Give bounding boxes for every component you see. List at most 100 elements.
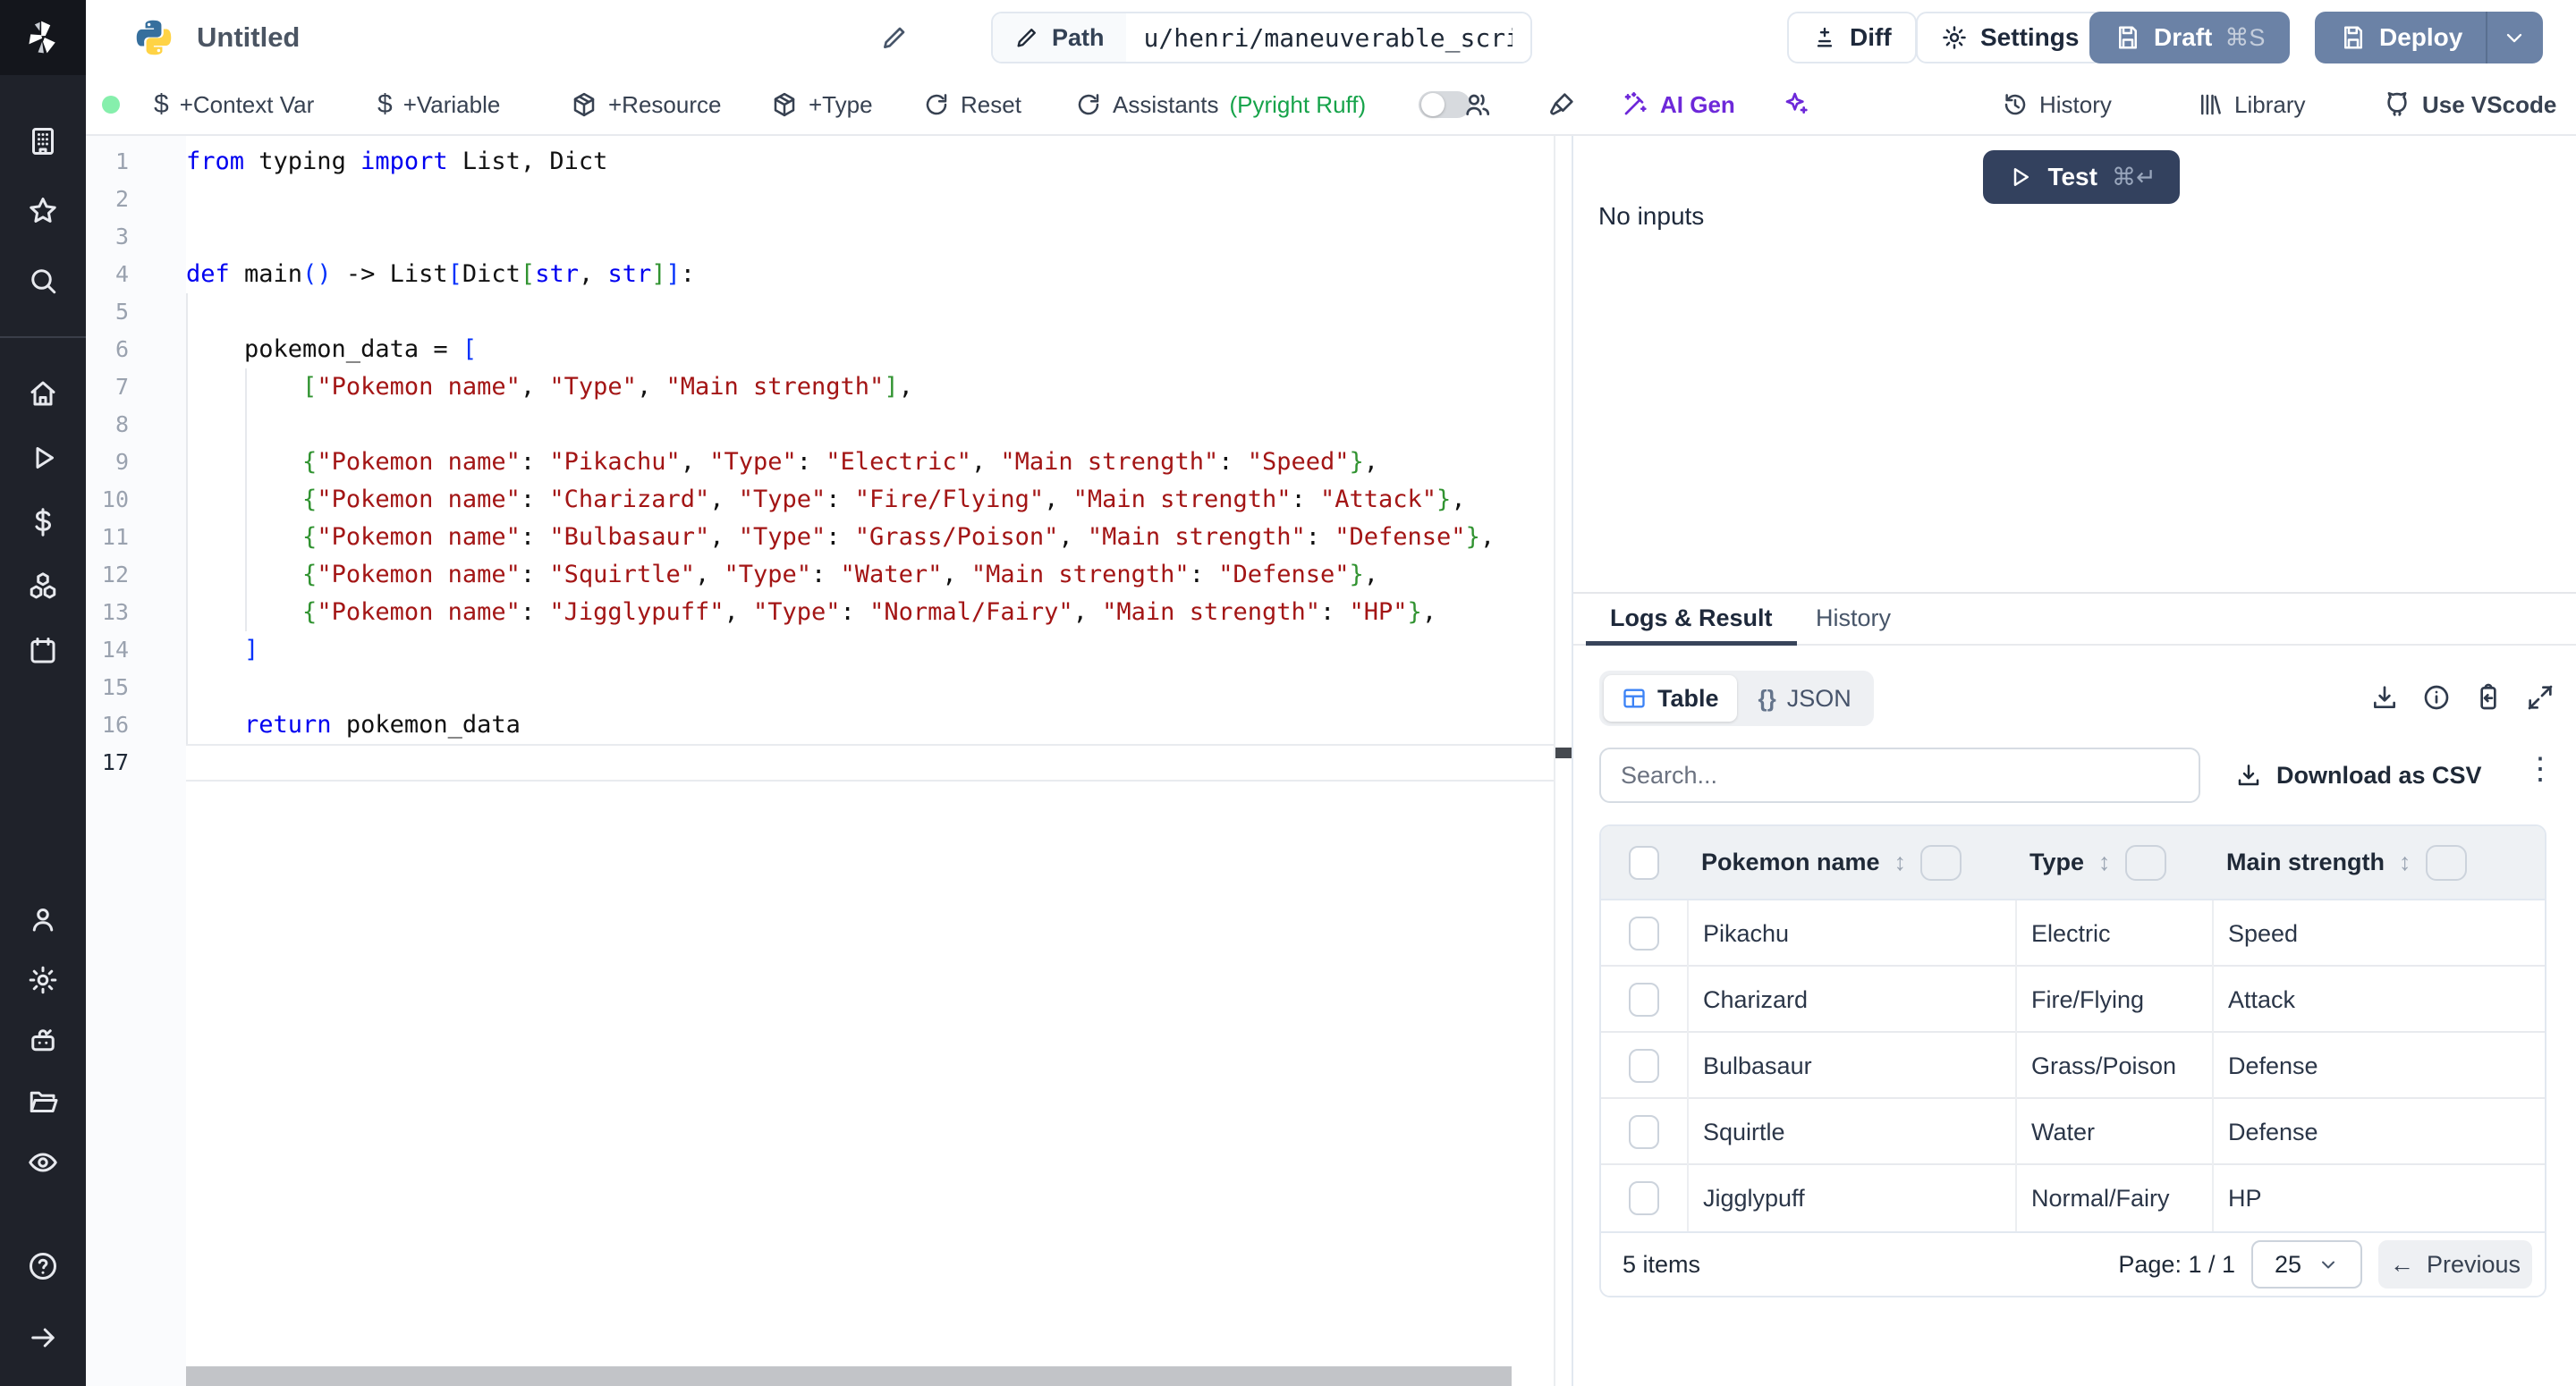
code-line[interactable]: {"Pokemon name": "Jigglypuff", "Type": "… (186, 594, 1550, 631)
horizontal-scrollbar[interactable] (186, 1366, 1512, 1386)
add-resource-button[interactable]: +Resource (571, 75, 721, 134)
column-header[interactable]: Type ↕ (2015, 845, 2212, 881)
sort-icon[interactable]: ↕ (1894, 849, 1907, 876)
table-menu-kebab-icon[interactable]: ⋮ (2525, 751, 2555, 787)
table-cell: Jigglypuff (1687, 1165, 2015, 1231)
runs-play-icon[interactable] (27, 442, 59, 474)
copy-to-clipboard-icon[interactable] (2474, 683, 2503, 712)
select-all-checkbox[interactable] (1629, 846, 1659, 880)
draft-button[interactable]: Draft ⌘S (2089, 12, 2290, 63)
multiplayer-users-icon[interactable] (1463, 75, 1492, 134)
table-row[interactable]: JigglypuffNormal/FairyHP (1601, 1165, 2545, 1231)
code-line[interactable]: pokemon_data = [ (186, 331, 1550, 368)
table-cell: Water (2015, 1099, 2212, 1165)
resources-cubes-icon[interactable] (27, 570, 59, 603)
row-checkbox[interactable] (1629, 983, 1659, 1017)
column-filter-pill[interactable] (1920, 845, 1962, 881)
run-result-panel: Test ⌘↵ No inputs Logs & Result History … (1572, 136, 2576, 1386)
workers-robot-icon[interactable] (27, 1025, 59, 1057)
download-result-icon[interactable] (2370, 683, 2399, 712)
code-line[interactable]: {"Pokemon name": "Charizard", "Type": "F… (186, 481, 1550, 519)
view-json-segment[interactable]: {} JSON (1741, 675, 1869, 722)
code-content[interactable]: from typing import List, Dict def main() … (186, 143, 1550, 782)
assistants-button[interactable]: Assistants (Pyright Ruff) (1075, 75, 1366, 134)
format-brush-icon[interactable] (1547, 75, 1576, 134)
no-inputs-text: No inputs (1598, 202, 1704, 231)
add-type-button[interactable]: +Type (771, 75, 873, 134)
sparkles-icon[interactable] (1782, 75, 1810, 134)
code-line[interactable]: {"Pokemon name": "Pikachu", "Type": "Ele… (186, 444, 1550, 481)
code-line[interactable] (186, 181, 1550, 218)
favorites-star-icon[interactable] (27, 195, 59, 227)
add-variable-button[interactable]: $ +Variable (377, 75, 500, 134)
expand-result-icon[interactable] (2526, 683, 2555, 712)
test-run-button[interactable]: Test ⌘↵ (1983, 150, 2180, 204)
code-line[interactable] (186, 669, 1550, 706)
table-row[interactable]: CharizardFire/FlyingAttack (1601, 967, 2545, 1033)
code-line[interactable]: {"Pokemon name": "Bulbasaur", "Type": "G… (186, 519, 1550, 556)
row-checkbox[interactable] (1629, 917, 1659, 951)
code-line[interactable]: return pokemon_data (186, 706, 1550, 744)
reset-button[interactable]: Reset (923, 75, 1021, 134)
sort-icon[interactable]: ↕ (2399, 849, 2411, 876)
settings-gear-icon[interactable] (27, 964, 59, 996)
diff-button[interactable]: Diff (1787, 12, 1917, 63)
download-csv-button[interactable]: Download as CSV (2235, 748, 2482, 803)
settings-button[interactable]: Settings (1916, 12, 2104, 63)
code-line[interactable]: def main() -> List[Dict[str, str]]: (186, 256, 1550, 293)
view-table-segment[interactable]: Table (1604, 675, 1737, 722)
row-checkbox-cell (1601, 1115, 1687, 1149)
help-icon[interactable] (27, 1250, 59, 1282)
add-context-var-button[interactable]: $ +Context Var (154, 75, 314, 134)
expand-sidebar-arrow-icon[interactable] (27, 1322, 59, 1354)
use-vscode-button[interactable]: Use VScode (2383, 75, 2556, 134)
info-icon[interactable] (2422, 683, 2451, 712)
table-row[interactable]: BulbasaurGrass/PoisonDefense (1601, 1033, 2545, 1099)
table-row[interactable]: SquirtleWaterDefense (1601, 1099, 2545, 1165)
deploy-dropdown-chevron[interactable] (2486, 12, 2541, 63)
edit-summary-pencil-icon[interactable] (880, 23, 909, 52)
library-button[interactable]: Library (2197, 75, 2305, 134)
workspace-icon[interactable] (27, 125, 59, 157)
schedules-calendar-icon[interactable] (27, 635, 59, 667)
sort-icon[interactable]: ↕ (2098, 849, 2111, 876)
row-checkbox[interactable] (1629, 1049, 1659, 1083)
account-user-icon[interactable] (27, 903, 59, 935)
tab-history[interactable]: History (1792, 594, 1915, 646)
tab-logs-result[interactable]: Logs & Result (1586, 594, 1797, 646)
result-search-input[interactable] (1599, 748, 2200, 803)
table-row[interactable]: PikachuElectricSpeed (1601, 900, 2545, 967)
path-input[interactable] (1126, 13, 1530, 62)
deploy-button[interactable]: Deploy (2315, 12, 2543, 63)
code-line[interactable] (186, 293, 1550, 331)
code-line[interactable] (186, 744, 1550, 782)
result-table: Pokemon name↕Type↕Main strength↕ Pikachu… (1599, 824, 2546, 1297)
row-checkbox[interactable] (1629, 1115, 1659, 1149)
column-header[interactable]: Pokemon name↕ (1687, 845, 2015, 881)
code-line[interactable]: ] (186, 631, 1550, 669)
column-filter-pill[interactable] (2125, 845, 2166, 881)
previous-page-button[interactable]: ← Previous (2378, 1240, 2532, 1289)
code-line[interactable] (186, 406, 1550, 444)
audit-logs-eye-icon[interactable] (27, 1146, 59, 1179)
app-logo[interactable] (0, 0, 86, 75)
code-line[interactable]: ["Pokemon name", "Type", "Main strength"… (186, 368, 1550, 406)
history-button[interactable]: History (2002, 75, 2112, 134)
code-line[interactable]: from typing import List, Dict (186, 143, 1550, 181)
page-size-select[interactable]: 25 (2251, 1240, 2362, 1289)
column-filter-pill[interactable] (2426, 845, 2467, 881)
column-header[interactable]: Main strength↕ (2212, 845, 2545, 881)
variables-dollar-icon[interactable] (27, 506, 59, 538)
row-checkbox[interactable] (1629, 1181, 1659, 1215)
path-label-segment[interactable]: Path (993, 13, 1126, 62)
code-editor[interactable]: 1234567891011121314151617 from typing im… (86, 136, 1572, 1386)
search-icon[interactable] (27, 265, 59, 297)
column-header-label: Type (2029, 849, 2084, 876)
folders-icon[interactable] (27, 1086, 59, 1118)
home-icon[interactable] (27, 377, 59, 410)
line-number: 12 (86, 556, 186, 594)
ai-gen-button[interactable]: AI Gen (1621, 75, 1735, 134)
table-cell: Squirtle (1687, 1099, 2015, 1165)
code-line[interactable] (186, 218, 1550, 256)
code-line[interactable]: {"Pokemon name": "Squirtle", "Type": "Wa… (186, 556, 1550, 594)
